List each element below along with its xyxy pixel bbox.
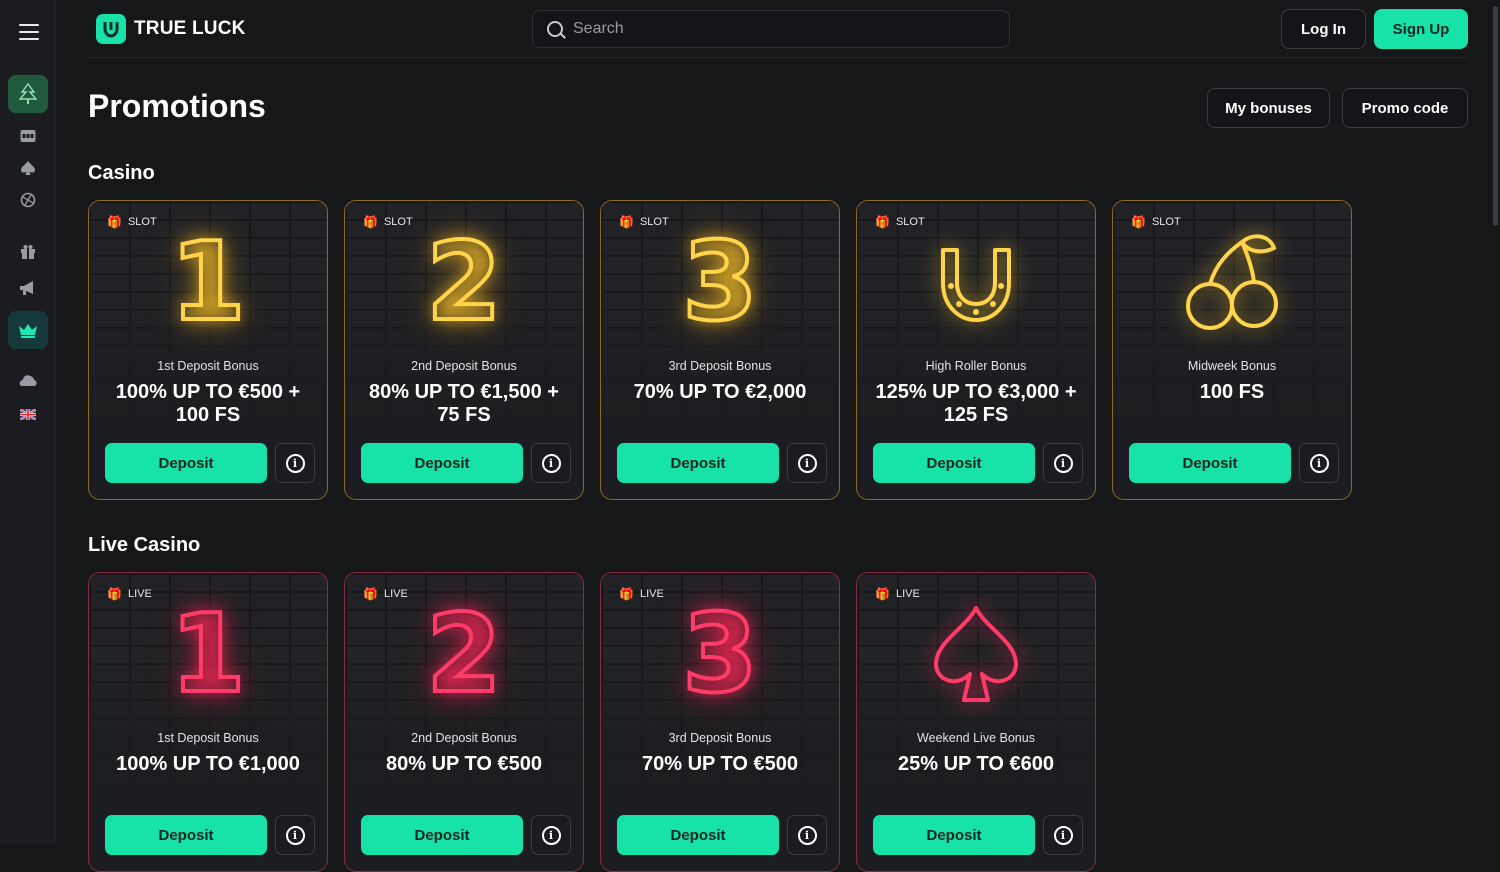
neon-horseshoe-icon (857, 223, 1095, 343)
info-button[interactable]: i (275, 443, 315, 483)
search-bar[interactable] (532, 10, 1010, 48)
info-icon: i (1053, 825, 1073, 845)
promo-card: 🎁 LIVE Weekend Live Bonus 25% UP TO €600 … (856, 572, 1096, 872)
bonus-amount: 80% UP TO €500 (385, 753, 543, 775)
neon-number-icon: 3 (680, 220, 759, 345)
bonus-name: 2nd Deposit Bonus (411, 359, 517, 373)
megaphone-icon[interactable] (0, 276, 56, 300)
login-button[interactable]: Log In (1281, 9, 1366, 49)
promo-card: 🎁 SLOT 3 3rd Deposit Bonus 70% UP TO €2,0… (600, 200, 840, 500)
info-button[interactable]: i (1299, 443, 1339, 483)
bonus-amount: 25% UP TO €600 (897, 753, 1055, 775)
neon-cherries-icon (1113, 223, 1351, 343)
promo-card: 🎁 SLOT 1 1st Deposit Bonus 100% UP TO €50… (88, 200, 328, 500)
neon-number-icon: 3 (680, 592, 759, 717)
my-bonuses-button[interactable]: My bonuses (1207, 88, 1330, 128)
menu-icon[interactable] (19, 24, 39, 40)
info-button[interactable]: i (787, 443, 827, 483)
cloud-icon[interactable] (0, 368, 56, 392)
bonus-name: 1st Deposit Bonus (157, 359, 259, 373)
info-icon: i (285, 453, 305, 473)
page-title: Promotions (88, 88, 266, 124)
bonus-name: Midweek Bonus (1187, 359, 1277, 373)
bonus-name: 3rd Deposit Bonus (668, 359, 772, 373)
search-input[interactable] (573, 20, 973, 38)
promo-card: 🎁 SLOT 2 2nd Deposit Bonus 80% UP TO €1,5… (344, 200, 584, 500)
brand-name: TRUE LUCK (134, 18, 246, 39)
horseshoe-logo-icon (96, 14, 126, 44)
promo-card: 🎁 SLOT High Roller Bonus 125% UP TO €3,00… (856, 200, 1096, 500)
promo-card: 🎁 LIVE 1 1st Deposit Bonus 100% UP TO €1,… (88, 572, 328, 872)
header-divider (88, 57, 1468, 58)
bonus-amount: 70% UP TO €500 (641, 753, 799, 775)
neon-spade-icon (857, 595, 1095, 715)
deposit-button[interactable]: Deposit (617, 443, 779, 483)
deposit-button[interactable]: Deposit (873, 443, 1035, 483)
info-button[interactable]: i (275, 815, 315, 855)
section-title-live-casino: Live Casino (88, 534, 201, 556)
bonus-name: 1st Deposit Bonus (157, 731, 259, 745)
deposit-button[interactable]: Deposit (617, 815, 779, 855)
deposit-button[interactable]: Deposit (361, 815, 523, 855)
deposit-button[interactable]: Deposit (1129, 443, 1291, 483)
bonus-name: 2nd Deposit Bonus (411, 731, 517, 745)
bonus-amount: 70% UP TO €2,000 (633, 381, 807, 403)
info-button[interactable]: i (531, 815, 571, 855)
bonus-name: 3rd Deposit Bonus (668, 731, 772, 745)
search-icon (547, 21, 563, 37)
crown-icon[interactable] (8, 311, 48, 349)
bonus-amount: 100 FS (1199, 381, 1265, 403)
bonus-amount: 125% UP TO €3,000 + 125 FS (875, 381, 1077, 426)
bonus-amount: 100% UP TO €500 + 100 FS (115, 381, 301, 426)
deposit-button[interactable]: Deposit (105, 815, 267, 855)
info-icon: i (797, 825, 817, 845)
spade-icon[interactable] (0, 156, 56, 180)
info-button[interactable]: i (1043, 815, 1083, 855)
slot-machine-icon[interactable] (0, 124, 56, 148)
page-scrollbar[interactable] (1493, 6, 1498, 226)
promo-card: 🎁 SLOT Midweek Bonus 100 FS Deposit i (1112, 200, 1352, 500)
neon-number-icon: 1 (168, 220, 247, 345)
info-icon: i (797, 453, 817, 473)
brand-logo[interactable]: TRUE LUCK (96, 14, 246, 44)
deposit-button[interactable]: Deposit (105, 443, 267, 483)
bonus-amount: 100% UP TO €1,000 (116, 753, 300, 775)
info-button[interactable]: i (531, 443, 571, 483)
uk-flag-icon[interactable] (0, 402, 56, 426)
info-icon: i (285, 825, 305, 845)
info-icon: i (541, 825, 561, 845)
promo-code-button[interactable]: Promo code (1342, 88, 1468, 128)
info-icon: i (1053, 453, 1073, 473)
deposit-button[interactable]: Deposit (873, 815, 1035, 855)
neon-number-icon: 1 (168, 592, 247, 717)
bonus-amount: 80% UP TO €1,500 + 75 FS (369, 381, 559, 426)
info-icon: i (541, 453, 561, 473)
tree-icon[interactable] (8, 75, 48, 113)
deposit-button[interactable]: Deposit (361, 443, 523, 483)
promo-card: 🎁 LIVE 2 2nd Deposit Bonus 80% UP TO €500… (344, 572, 584, 872)
info-button[interactable]: i (1043, 443, 1083, 483)
neon-number-icon: 2 (424, 592, 503, 717)
signup-button[interactable]: Sign Up (1374, 9, 1468, 49)
side-rail (0, 0, 56, 844)
top-header: TRUE LUCK Log In Sign Up (56, 0, 1500, 58)
section-title-casino: Casino (88, 162, 155, 184)
gift-icon[interactable] (0, 240, 56, 264)
info-icon: i (1309, 453, 1329, 473)
sports-ball-icon[interactable] (0, 188, 56, 212)
info-button[interactable]: i (787, 815, 827, 855)
bonus-name: High Roller Bonus (925, 359, 1027, 373)
bonus-name: Weekend Live Bonus (917, 731, 1035, 745)
promo-card: 🎁 LIVE 3 3rd Deposit Bonus 70% UP TO €500… (600, 572, 840, 872)
neon-number-icon: 2 (424, 220, 503, 345)
